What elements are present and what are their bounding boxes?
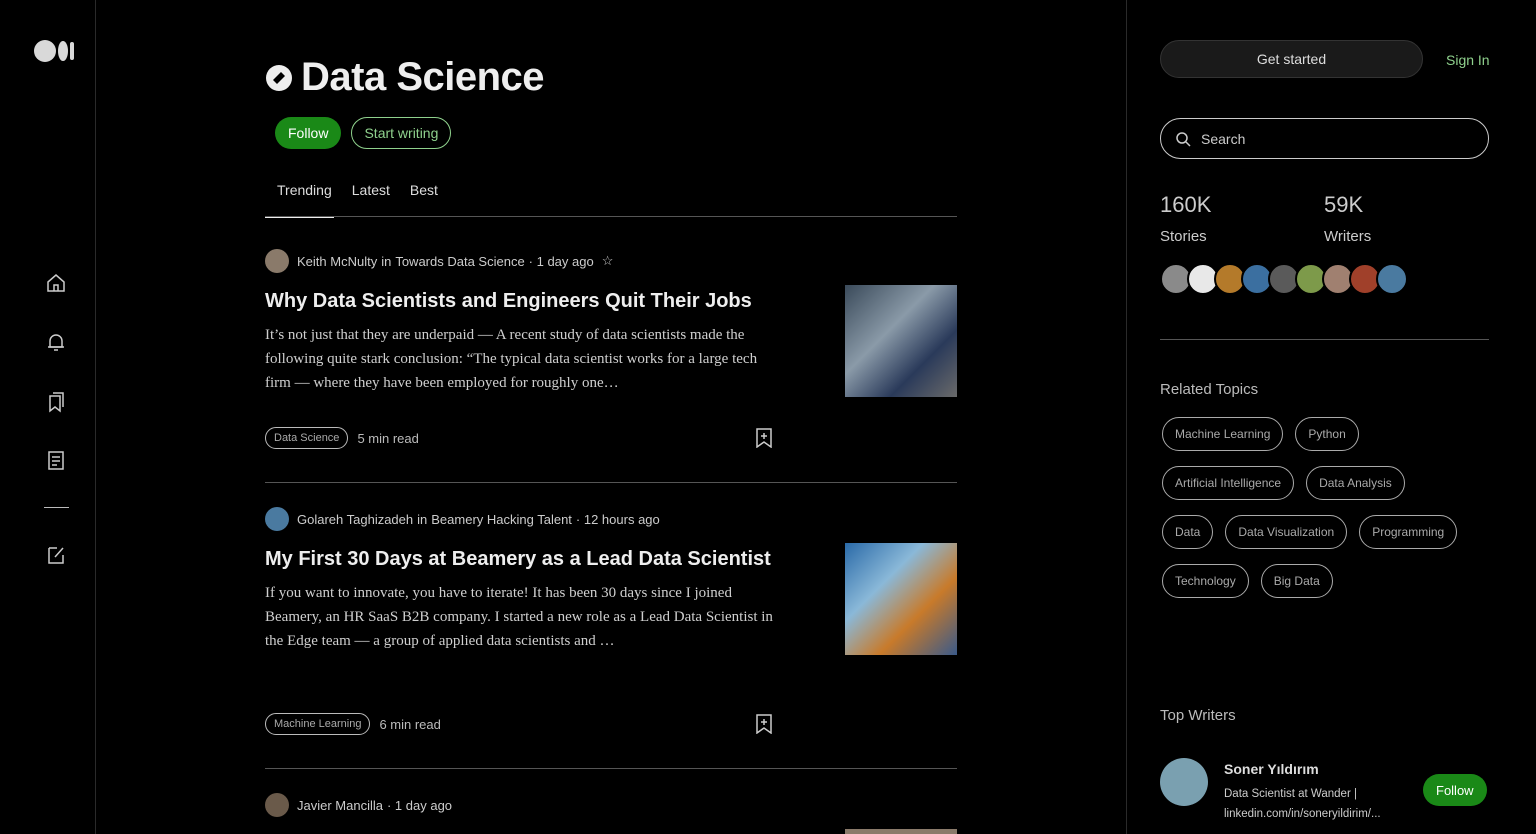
topic-compass-icon: [266, 64, 292, 91]
stat-label: Writers: [1324, 228, 1372, 245]
author-name[interactable]: Javier Mancilla: [297, 798, 383, 813]
right-sidebar: Get started Sign In 160K Stories 59K Wri…: [1126, 0, 1536, 834]
post-time: · 1 day ago: [386, 797, 453, 813]
page-title: Data Science: [301, 55, 545, 99]
search-input[interactable]: [1201, 130, 1461, 147]
medium-logo[interactable]: [34, 40, 74, 62]
article-meta: Javier Mancilla · 1 day ago: [265, 793, 957, 817]
follow-writer-button[interactable]: Follow: [1423, 774, 1487, 806]
stat-value: 160K: [1160, 192, 1212, 217]
bookmark-icon[interactable]: [755, 428, 773, 448]
author-avatar[interactable]: [265, 249, 289, 273]
topic-chip[interactable]: Programming: [1359, 515, 1458, 549]
article-title[interactable]: My First 30 Days at Beamery as a Lead Da…: [265, 545, 785, 573]
topic-chip[interactable]: Machine Learning: [1162, 417, 1284, 451]
in-word: in: [417, 511, 428, 527]
author-name[interactable]: Golareh Taghizadeh: [297, 512, 413, 527]
writer-face-avatar[interactable]: [1376, 263, 1408, 295]
topic-chip[interactable]: Big Data: [1260, 564, 1333, 598]
top-writers-title: Top Writers: [1160, 707, 1236, 724]
article-card[interactable]: Keith McNulty in Towards Data Science · …: [265, 249, 957, 449]
sign-in-link[interactable]: Sign In: [1446, 52, 1490, 68]
home-icon[interactable]: [44, 271, 68, 295]
author-name[interactable]: Keith McNulty: [297, 254, 377, 269]
article-excerpt[interactable]: It’s not just that they are underpaid — …: [265, 323, 785, 395]
topic-chip[interactable]: Artificial Intelligence: [1162, 466, 1295, 500]
writer-avatars: [1160, 263, 1408, 295]
related-topics-title: Related Topics: [1160, 381, 1259, 398]
article-divider: [265, 768, 957, 769]
author-avatar[interactable]: [265, 793, 289, 817]
article-divider: [265, 482, 957, 483]
bookmark-icon[interactable]: [755, 714, 773, 734]
article-thumbnail[interactable]: [845, 829, 957, 834]
topic-chip[interactable]: Data: [1162, 515, 1214, 549]
read-time: 6 min read: [379, 716, 441, 732]
tab-trending[interactable]: Trending: [265, 182, 334, 218]
follow-topic-button[interactable]: Follow: [275, 117, 342, 149]
writer-avatar[interactable]: [1160, 758, 1208, 806]
article-thumbnail[interactable]: [845, 543, 957, 655]
start-writing-button[interactable]: Start writing: [351, 117, 452, 149]
tab-best[interactable]: Best: [410, 182, 438, 217]
topic-chip[interactable]: Data Visualization: [1225, 515, 1348, 549]
in-word: in: [381, 253, 392, 269]
topic-chip[interactable]: Python: [1295, 417, 1359, 451]
topic-header: Data Science: [265, 55, 545, 100]
read-time: 5 min read: [357, 430, 419, 446]
bookmarks-icon[interactable]: [44, 390, 68, 414]
left-rail: [0, 0, 96, 834]
topic-chip[interactable]: Data Analysis: [1306, 466, 1405, 500]
tab-latest[interactable]: Latest: [352, 182, 390, 217]
search-box[interactable]: [1160, 118, 1489, 159]
writer-name[interactable]: Soner Yıldırım: [1224, 761, 1319, 777]
article-meta: Golareh Taghizadeh in Beamery Hacking Ta…: [265, 507, 957, 531]
stat-value: 59K: [1324, 192, 1364, 217]
article-footer: Data Science 5 min read: [265, 427, 419, 449]
stat-writers: 59K Writers: [1324, 192, 1371, 245]
article-footer: Machine Learning 6 min read: [265, 713, 441, 735]
topic-chip[interactable]: Technology: [1162, 564, 1249, 598]
stories-icon[interactable]: [44, 448, 68, 472]
post-time: · 12 hours ago: [575, 511, 660, 527]
related-topics: Machine Learning Python Artificial Intel…: [1162, 417, 1462, 598]
search-icon: [1176, 131, 1191, 147]
write-icon[interactable]: [44, 543, 68, 567]
get-started-button[interactable]: Get started: [1160, 40, 1423, 78]
article-tag[interactable]: Machine Learning: [265, 713, 371, 735]
article-title[interactable]: Why Data Scientists and Engineers Quit T…: [265, 287, 785, 315]
stat-label: Stories: [1160, 228, 1207, 245]
post-time: · 1 day ago: [528, 253, 594, 269]
topic-actions: Follow Start writing: [275, 117, 452, 149]
article-excerpt[interactable]: If you want to innovate, you have to ite…: [265, 581, 785, 653]
writer-bio: Data Scientist at Wander | linkedin.com/…: [1224, 788, 1381, 820]
app: Data Science Follow Start writing Trendi…: [0, 0, 1536, 834]
article-card[interactable]: Golareh Taghizadeh in Beamery Hacking Ta…: [265, 507, 957, 735]
bell-icon[interactable]: [44, 330, 68, 354]
sidebar-divider: [1160, 339, 1489, 340]
rail-divider: [44, 507, 69, 508]
publication-name[interactable]: Towards Data Science: [395, 254, 524, 269]
author-avatar[interactable]: [265, 507, 289, 531]
article-card[interactable]: Javier Mancilla · 1 day ago: [265, 793, 957, 834]
stat-stories: 160K Stories: [1160, 192, 1211, 245]
article-tag[interactable]: Data Science: [265, 427, 349, 449]
feed-tabs: Trending Latest Best: [265, 182, 957, 218]
publication-name[interactable]: Beamery Hacking Talent: [431, 512, 572, 527]
article-thumbnail[interactable]: [845, 285, 957, 397]
article-meta: Keith McNulty in Towards Data Science · …: [265, 249, 957, 273]
member-star-icon: ☆: [601, 253, 614, 268]
